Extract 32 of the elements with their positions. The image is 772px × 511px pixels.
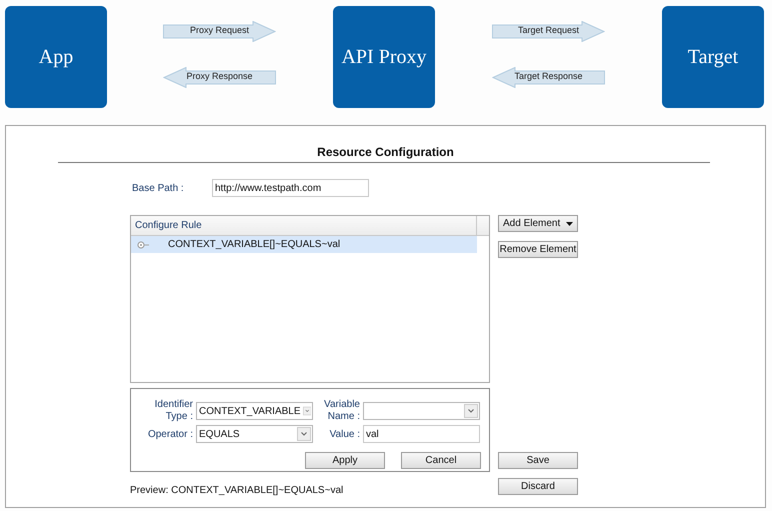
preview-text: Preview: CONTEXT_VARIABLE[]~EQUALS~val	[130, 484, 344, 498]
tree-item[interactable]: CONTEXT_VARIABLE[]~EQUALS~val	[131, 236, 477, 253]
chevron-down-icon	[302, 404, 311, 418]
button[interactable]: Discard	[498, 478, 578, 495]
node-box: App	[5, 6, 107, 108]
field-label: Variable Name :	[323, 399, 360, 423]
value-field[interactable]: val	[363, 425, 480, 443]
right-arrow: Target Request	[492, 20, 605, 42]
left-arrow: Target Response	[492, 66, 605, 88]
node-box: Target	[662, 6, 764, 108]
field-label: Identifier Type :	[154, 399, 193, 423]
node-box: API Proxy	[333, 6, 435, 108]
right-arrow: Proxy Request	[163, 20, 276, 42]
menu-button[interactable]: Add Element	[498, 215, 578, 232]
caret-icon	[566, 222, 573, 226]
field-label: Operator :	[146, 428, 193, 442]
identifier-type-select[interactable]: CONTEXT_VARIABLE	[196, 402, 313, 420]
chevron-down-icon	[464, 404, 478, 418]
base-path-field[interactable]: http://www.testpath.com	[212, 179, 369, 197]
chevron-down-icon	[297, 427, 311, 441]
button[interactable]: Apply	[305, 452, 385, 469]
left-arrow: Proxy Response	[163, 66, 276, 88]
panel-title: Resource Configuration	[317, 144, 454, 161]
button[interactable]: Save	[498, 452, 578, 469]
operator-select[interactable]: EQUALS	[196, 425, 313, 443]
button[interactable]: Remove Element	[498, 241, 578, 258]
field-label: Base Path :	[132, 182, 185, 196]
column-header: Configure Rule	[131, 216, 477, 235]
tree-node-icon	[137, 240, 149, 248]
field-label: Value :	[328, 428, 360, 442]
button[interactable]: Cancel	[401, 452, 481, 469]
variable-name-select[interactable]	[363, 402, 480, 420]
